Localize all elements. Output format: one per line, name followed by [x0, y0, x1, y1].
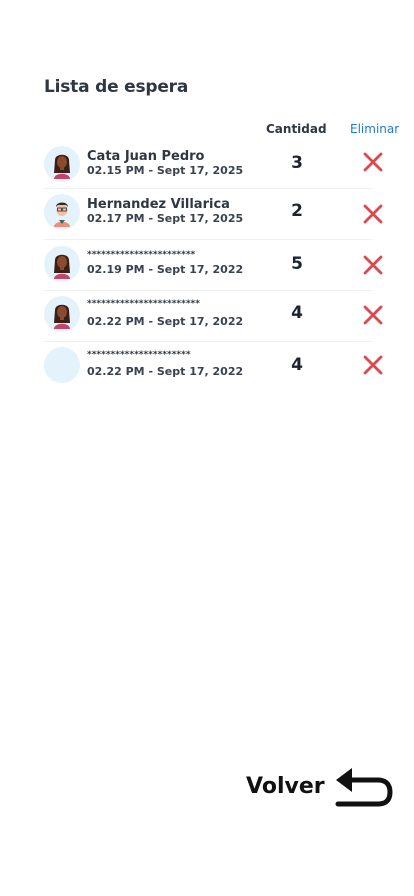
- close-x-icon: [363, 204, 383, 224]
- page-title: Lista de espera: [44, 77, 189, 97]
- close-x-icon: [363, 355, 383, 375]
- list-item[interactable]: *********************** 02.19 PM - Sept …: [44, 239, 383, 291]
- close-x-icon: [363, 305, 383, 325]
- entry-name: Cata Juan Pedro: [87, 149, 205, 164]
- woman-avatar-icon: [54, 254, 70, 279]
- delete-button[interactable]: [362, 151, 384, 173]
- close-x-icon: [363, 152, 383, 172]
- entry-name: Hernandez Villarica: [87, 197, 230, 212]
- column-header-quantity: Cantidad: [266, 122, 327, 136]
- entry-quantity: 4: [291, 303, 303, 323]
- entry-datetime: 02.22 PM - Sept 17, 2022: [87, 315, 244, 328]
- entry-quantity: 3: [291, 153, 303, 173]
- list-item[interactable]: ************************ 02.22 PM - Sept…: [44, 290, 383, 342]
- delete-button[interactable]: [362, 203, 384, 225]
- entry-datetime: 02.17 PM - Sept 17, 2025: [87, 212, 244, 225]
- back-button-label: Volver: [246, 774, 325, 799]
- entry-quantity: 4: [291, 355, 303, 375]
- woman-avatar-icon: [54, 154, 70, 179]
- entry-datetime: 02.22 PM - Sept 17, 2022: [87, 365, 244, 378]
- entry-quantity: 5: [291, 254, 303, 274]
- woman-avatar-icon: [54, 304, 70, 329]
- list-item[interactable]: Cata Juan Pedro 02.15 PM - Sept 17, 2025…: [44, 137, 383, 189]
- entry-name: **********************: [87, 350, 191, 360]
- back-button[interactable]: Volver: [246, 766, 396, 812]
- delete-button[interactable]: [362, 354, 384, 376]
- avatar: [44, 347, 80, 383]
- avatar: [44, 194, 80, 230]
- delete-button[interactable]: [362, 254, 384, 276]
- list-item[interactable]: ********************** 02.22 PM - Sept 1…: [44, 341, 383, 392]
- list-item[interactable]: Hernandez Villarica 02.17 PM - Sept 17, …: [44, 188, 383, 240]
- close-x-icon: [363, 255, 383, 275]
- column-header-delete[interactable]: Eliminar: [350, 122, 399, 136]
- entry-quantity: 2: [291, 201, 303, 221]
- entry-datetime: 02.19 PM - Sept 17, 2022: [87, 263, 244, 276]
- entry-name: ***********************: [87, 250, 196, 260]
- avatar: [44, 296, 80, 332]
- return-arrow-icon: [332, 766, 394, 812]
- delete-button[interactable]: [362, 304, 384, 326]
- entry-datetime: 02.15 PM - Sept 17, 2025: [87, 164, 244, 177]
- avatar: [44, 246, 80, 282]
- avatar: [44, 146, 80, 182]
- entry-name: ************************: [87, 299, 200, 309]
- man-avatar-icon: [54, 202, 70, 227]
